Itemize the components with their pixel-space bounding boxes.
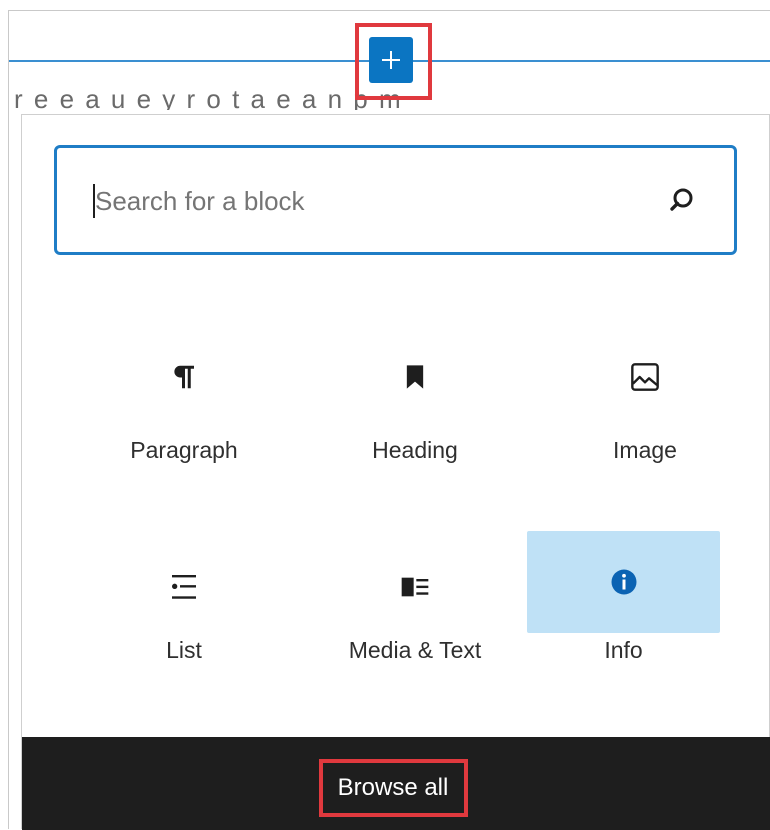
block-item-image[interactable]: Image bbox=[549, 321, 741, 481]
block-editor-canvas: r e e a u e y r o t a e a n p m Search f… bbox=[0, 0, 770, 830]
block-item-paragraph[interactable]: Paragraph bbox=[88, 321, 280, 481]
list-icon bbox=[164, 567, 204, 607]
search-icon[interactable] bbox=[668, 186, 696, 214]
block-label-info: Info bbox=[604, 637, 643, 663]
editor-background-text-content: r e e a u e y r o t a e a n p m bbox=[14, 84, 403, 110]
block-label-image: Image bbox=[613, 437, 677, 463]
editor-frame-top bbox=[8, 10, 770, 11]
plus-icon bbox=[382, 51, 400, 69]
paragraph-icon bbox=[164, 357, 204, 397]
bookmark-icon bbox=[395, 357, 435, 397]
block-label-paragraph: Paragraph bbox=[130, 437, 238, 463]
block-label-media-text: Media & Text bbox=[348, 637, 482, 663]
block-item-list[interactable]: List bbox=[88, 531, 280, 691]
text-caret bbox=[93, 184, 95, 218]
block-inserter-popover: Paragraph Heading Image bbox=[21, 114, 770, 830]
image-icon bbox=[625, 357, 665, 397]
block-label-heading: Heading bbox=[372, 437, 458, 463]
info-icon bbox=[604, 562, 644, 602]
media-text-icon bbox=[395, 567, 435, 607]
block-item-media-text[interactable]: Media & Text bbox=[319, 531, 511, 691]
block-list: Paragraph Heading Image List Media & Tex… bbox=[54, 321, 754, 663]
editor-frame-left bbox=[8, 10, 9, 829]
block-search-box bbox=[54, 145, 737, 255]
block-label-list: List bbox=[166, 637, 202, 663]
block-item-heading[interactable]: Heading bbox=[319, 321, 511, 481]
block-search-input[interactable] bbox=[93, 148, 657, 254]
browse-all-button[interactable]: Browse all bbox=[322, 762, 464, 814]
block-inserter-toggle-button[interactable] bbox=[369, 37, 413, 83]
block-item-info[interactable] bbox=[527, 531, 720, 633]
